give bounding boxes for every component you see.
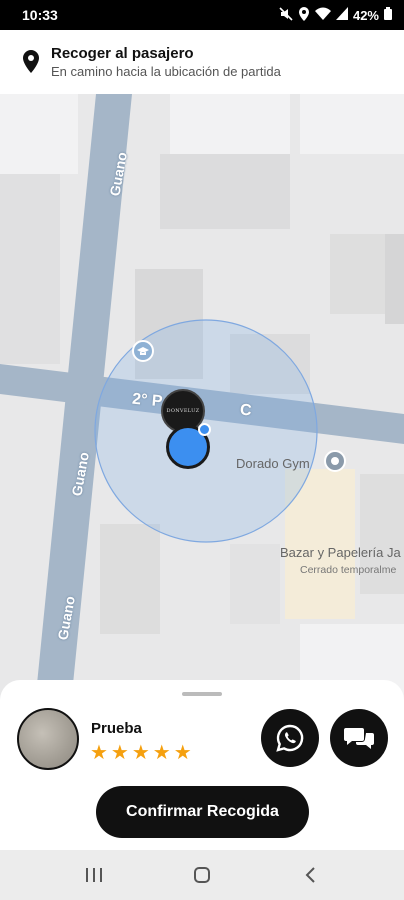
building-block	[330, 234, 385, 314]
building-block	[360, 474, 404, 594]
trip-bottom-sheet: Prueba ★★★★★ Confirmar Recogida	[0, 680, 404, 850]
building-block	[0, 94, 78, 174]
place-status-bazar: Cerrado temporalme	[300, 564, 397, 576]
status-time: 10:33	[22, 7, 58, 23]
header-title: Recoger al pasajero	[51, 45, 194, 62]
gym-poi-dot	[331, 457, 339, 465]
place-label-bazar: Bazar y Papelería Ja	[280, 545, 401, 560]
mute-icon	[279, 6, 293, 24]
passenger-avatar	[17, 708, 79, 770]
driver-marker-text: DONVELUZ	[166, 408, 200, 414]
status-icons: 42%	[279, 6, 392, 24]
header-text: Recoger al pasajero En camino hacia la u…	[51, 45, 281, 79]
building-block	[300, 94, 404, 154]
building-block	[385, 234, 404, 324]
wifi-icon	[314, 7, 331, 23]
building-block	[0, 174, 60, 364]
location-heading-dot	[198, 423, 211, 436]
location-icon	[298, 6, 310, 24]
system-nav-bar	[0, 850, 404, 900]
road-label-c: C	[239, 401, 253, 420]
place-label-gym: Dorado Gym	[236, 456, 310, 471]
confirm-pickup-button[interactable]: Confirmar Recogida	[96, 786, 309, 838]
passenger-name: Prueba	[91, 720, 142, 737]
battery-percentage: 42%	[352, 7, 379, 23]
chat-button[interactable]	[330, 709, 388, 767]
back-icon	[305, 867, 315, 883]
battery-icon	[384, 7, 392, 23]
map-pin-icon	[23, 50, 39, 73]
building-block	[100, 524, 160, 634]
building-block	[160, 154, 290, 229]
recent-apps-button[interactable]	[74, 860, 114, 890]
map-view[interactable]: Guano Guano Guano 2° P C Dorado Gym Baza…	[0, 94, 404, 714]
whatsapp-icon	[276, 724, 304, 752]
trip-status-header: Recoger al pasajero En camino hacia la u…	[0, 30, 404, 94]
building-block	[230, 544, 280, 624]
status-bar: 10:33 42%	[0, 0, 404, 30]
header-subtitle: En camino hacia la ubicación de partida	[51, 64, 281, 79]
home-button[interactable]	[182, 860, 222, 890]
chat-icon	[344, 728, 374, 749]
back-button[interactable]	[290, 860, 330, 890]
recent-apps-icon	[86, 868, 102, 882]
sheet-drag-handle[interactable]	[182, 692, 222, 696]
building-block	[170, 94, 290, 154]
signal-icon	[335, 7, 348, 23]
rating-stars: ★★★★★	[90, 742, 195, 764]
home-icon	[194, 867, 210, 883]
road-label-2do: 2° P	[131, 390, 164, 411]
whatsapp-button[interactable]	[261, 709, 319, 767]
